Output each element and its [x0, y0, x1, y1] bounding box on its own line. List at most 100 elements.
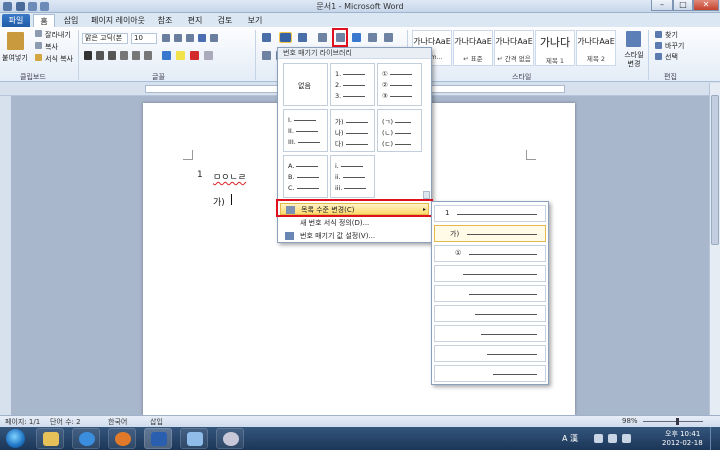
clock-date[interactable]: 2012-02-18	[662, 439, 703, 447]
subscript-icon[interactable]	[132, 51, 140, 60]
find-button[interactable]: 찾기	[665, 30, 678, 40]
numbering-icon[interactable]	[279, 32, 292, 43]
font-name-dropdown[interactable]: 맑은 고딕(본	[82, 33, 128, 44]
ime-indicator[interactable]: A 漢	[562, 433, 578, 444]
minimize-button[interactable]: –	[651, 0, 673, 11]
format-painter-icon[interactable]	[35, 54, 42, 61]
underline-icon[interactable]	[108, 51, 116, 60]
paste-button[interactable]: 붙여넣기	[2, 53, 28, 63]
bold-icon[interactable]	[84, 51, 92, 60]
list-level-5[interactable]	[434, 285, 546, 302]
set-numbering-value-item[interactable]: 번호 매기기 값 설정(V)...	[280, 230, 429, 242]
explorer-taskbar-item[interactable]	[36, 428, 64, 449]
numbering-format-arabic[interactable]: 1. 2. 3.	[330, 63, 375, 106]
decrease-indent-icon[interactable]	[318, 33, 327, 42]
page-count[interactable]: 페이지: 1/1	[5, 417, 40, 427]
gallery-scroll-down[interactable]	[423, 191, 430, 199]
word-taskbar-item[interactable]	[144, 428, 172, 449]
list-level-1[interactable]: 1	[434, 205, 546, 222]
replace-icon[interactable]	[655, 42, 662, 49]
app-taskbar-item[interactable]	[216, 428, 244, 449]
copy-icon[interactable]	[35, 42, 42, 49]
numbering-format-jamo[interactable]: (ㄱ) (ㄴ) (ㄷ)	[377, 109, 422, 152]
style-item[interactable]: 가나다AaE ↵ 간격 없음	[494, 30, 534, 66]
style-item[interactable]: 가나다AaE ↵ 표준	[453, 30, 493, 66]
tab-mailings[interactable]: 편지	[182, 14, 208, 27]
word-count[interactable]: 단어 수: 2	[50, 417, 81, 427]
numbering-format-roman[interactable]: I. II. III.	[283, 109, 328, 152]
numbering-format-circled[interactable]: ① ② ③	[377, 63, 422, 106]
clear-format-icon[interactable]	[198, 34, 206, 42]
zoom-slider-thumb[interactable]	[676, 418, 679, 425]
redo-icon[interactable]	[40, 2, 49, 11]
numbering-format-hangul[interactable]: 가) 나) 다)	[330, 109, 375, 152]
cut-icon[interactable]	[35, 30, 42, 37]
cut-button[interactable]: 잘라내기	[45, 30, 71, 40]
tab-page-layout[interactable]: 페이지 레이아웃	[88, 14, 148, 27]
save-icon[interactable]	[16, 2, 25, 11]
tab-file[interactable]: 파일	[2, 14, 30, 27]
close-button[interactable]: ✕	[693, 0, 719, 11]
tab-insert[interactable]: 삽입	[58, 14, 84, 27]
list-level-2[interactable]: 가)	[434, 225, 546, 242]
asian-layout-icon[interactable]	[352, 33, 361, 42]
shrink-font-icon[interactable]	[174, 34, 182, 42]
paste-icon[interactable]	[7, 32, 24, 50]
volume-icon[interactable]	[622, 434, 631, 443]
change-styles-button[interactable]: 스타일 변경	[622, 51, 646, 69]
replace-button[interactable]: 바꾸기	[665, 41, 684, 51]
show-marks-icon[interactable]	[384, 33, 393, 42]
network-icon[interactable]	[608, 434, 617, 443]
numbering-format-lower-roman[interactable]: i. ii. iii.	[330, 155, 375, 198]
grow-font-icon[interactable]	[162, 34, 170, 42]
font-color-icon[interactable]	[190, 51, 199, 60]
start-button[interactable]	[6, 429, 25, 448]
text-effects-icon[interactable]	[162, 51, 171, 60]
tab-view[interactable]: 보기	[242, 14, 268, 27]
superscript-icon[interactable]	[144, 51, 152, 60]
maximize-button[interactable]: □	[673, 0, 693, 11]
select-button[interactable]: 선택	[665, 52, 678, 62]
multilevel-list-icon[interactable]	[298, 33, 307, 42]
numbering-format-alpha[interactable]: A. B. C.	[283, 155, 328, 198]
undo-icon[interactable]	[28, 2, 37, 11]
strikethrough-icon[interactable]	[120, 51, 128, 60]
language-status[interactable]: 한국어	[108, 417, 127, 427]
word-icon[interactable]	[3, 2, 12, 11]
highlight-icon[interactable]	[176, 51, 185, 60]
select-icon[interactable]	[655, 53, 662, 60]
vertical-scrollbar[interactable]	[709, 83, 720, 415]
italic-icon[interactable]	[96, 51, 104, 60]
font-size-dropdown[interactable]: 10	[131, 33, 157, 44]
list-level-9[interactable]	[434, 365, 546, 382]
list-level-4[interactable]	[434, 265, 546, 282]
copy-button[interactable]: 복사	[45, 42, 58, 52]
document-text[interactable]: ㅁㅇㄴㄹ	[213, 170, 246, 183]
numbering-format-none[interactable]: 없음	[283, 63, 328, 106]
zoom-level[interactable]: 98%	[622, 417, 638, 425]
tab-references[interactable]: 참조	[152, 14, 178, 27]
show-desktop-button[interactable]	[710, 427, 720, 450]
insert-mode[interactable]: 삽입	[150, 417, 163, 427]
find-icon[interactable]	[655, 31, 662, 38]
tray-icon[interactable]	[594, 434, 603, 443]
format-painter-button[interactable]: 서식 복사	[45, 54, 73, 64]
tab-review[interactable]: 검토	[212, 14, 238, 27]
clock-time[interactable]: 오후 10:41	[665, 429, 700, 439]
style-item[interactable]: 가나다AaE 제목 2	[576, 30, 616, 66]
zoom-slider[interactable]	[643, 421, 703, 422]
list-level-6[interactable]	[434, 305, 546, 322]
char-border-icon[interactable]	[210, 34, 218, 42]
firefox-taskbar-item[interactable]	[108, 428, 136, 449]
change-styles-icon[interactable]	[626, 31, 641, 47]
scroll-thumb[interactable]	[711, 95, 719, 245]
list-level-8[interactable]	[434, 345, 546, 362]
style-item[interactable]: 가나다 제목 1	[535, 30, 575, 66]
list-level-7[interactable]	[434, 325, 546, 342]
ie-taskbar-item[interactable]	[72, 428, 100, 449]
vertical-ruler[interactable]	[0, 96, 11, 416]
app-taskbar-item[interactable]	[180, 428, 208, 449]
bullets-icon[interactable]	[262, 33, 271, 42]
define-new-number-format-item[interactable]: 새 번호 서식 정의(D)...	[280, 217, 429, 229]
tab-home[interactable]: 홈	[33, 14, 55, 27]
